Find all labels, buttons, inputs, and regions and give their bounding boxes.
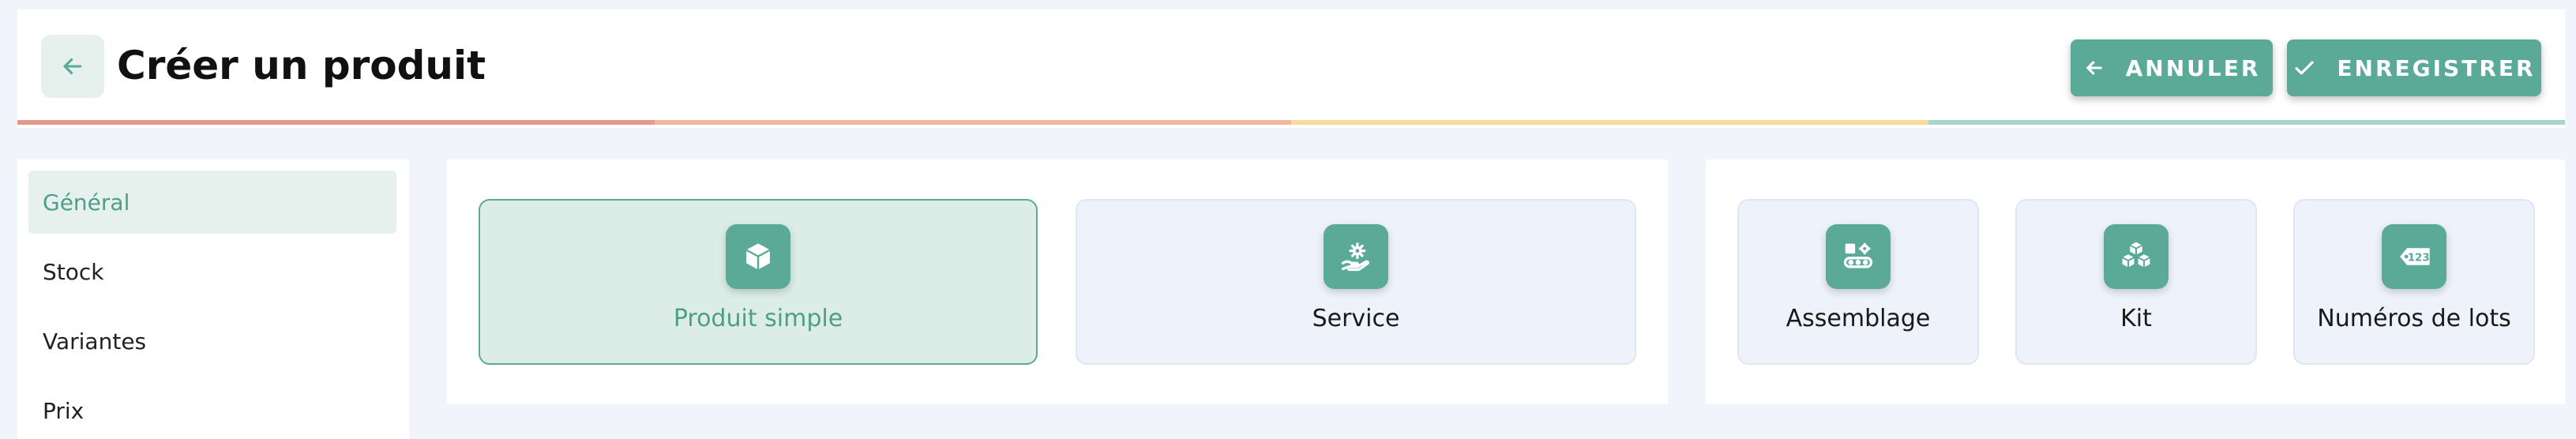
arrow-left-icon — [63, 58, 82, 75]
card-label: Produit simple — [673, 305, 843, 332]
progress-segment — [1928, 120, 2565, 125]
card-numeros-de-lots[interactable]: 123 Numéros de lots — [2293, 199, 2535, 365]
sidebar-item-stock[interactable]: Stock — [28, 240, 396, 303]
box-icon — [726, 224, 790, 289]
card-kit[interactable]: Kit — [2015, 199, 2257, 365]
back-button[interactable] — [41, 35, 104, 98]
sidebar-item-label: Stock — [43, 258, 104, 285]
gear-hand-icon — [1324, 224, 1388, 289]
card-label: Kit — [2120, 305, 2152, 332]
advanced-type-panel: Assemblage Kit 123 Numéros de lots — [1706, 159, 2565, 404]
progress-bar — [17, 120, 2565, 125]
check-icon — [2295, 61, 2315, 75]
cancel-label: ANNULER — [2125, 54, 2261, 81]
card-label: Service — [1312, 305, 1400, 332]
sidebar-item-prix[interactable]: Prix — [28, 379, 396, 439]
card-produit-simple[interactable]: Produit simple — [479, 199, 1038, 365]
progress-segment — [1291, 120, 1928, 125]
lot-tag-icon: 123 — [2382, 224, 2446, 289]
assembly-icon — [1826, 224, 1891, 289]
sidebar-item-variantes[interactable]: Variantes — [28, 310, 396, 373]
save-label: ENREGISTRER — [2337, 54, 2536, 81]
arrow-left-icon — [2086, 61, 2102, 75]
kit-boxes-icon — [2104, 224, 2169, 289]
save-button[interactable]: ENREGISTRER — [2287, 39, 2541, 96]
sidebar-item-general[interactable]: Général — [28, 171, 396, 234]
sidebar-item-label: Prix — [43, 397, 84, 424]
sidebar-item-label: Général — [43, 189, 130, 216]
sidebar: Général Stock Variantes Prix — [17, 159, 409, 439]
card-assemblage[interactable]: Assemblage — [1737, 199, 1979, 365]
page-title: Créer un produit — [117, 43, 486, 88]
svg-text:123: 123 — [2408, 252, 2430, 264]
card-service[interactable]: Service — [1076, 199, 1636, 365]
cancel-button[interactable]: ANNULER — [2071, 39, 2273, 96]
page-header: Créer un produit ANNULER ENREGISTRER — [17, 9, 2565, 128]
progress-segment — [17, 120, 655, 125]
card-label: Assemblage — [1786, 305, 1931, 332]
product-type-panel: Produit simple Service — [447, 159, 1668, 404]
card-label: Numéros de lots — [2317, 305, 2511, 332]
progress-segment — [654, 120, 1291, 125]
sidebar-item-label: Variantes — [43, 328, 147, 355]
